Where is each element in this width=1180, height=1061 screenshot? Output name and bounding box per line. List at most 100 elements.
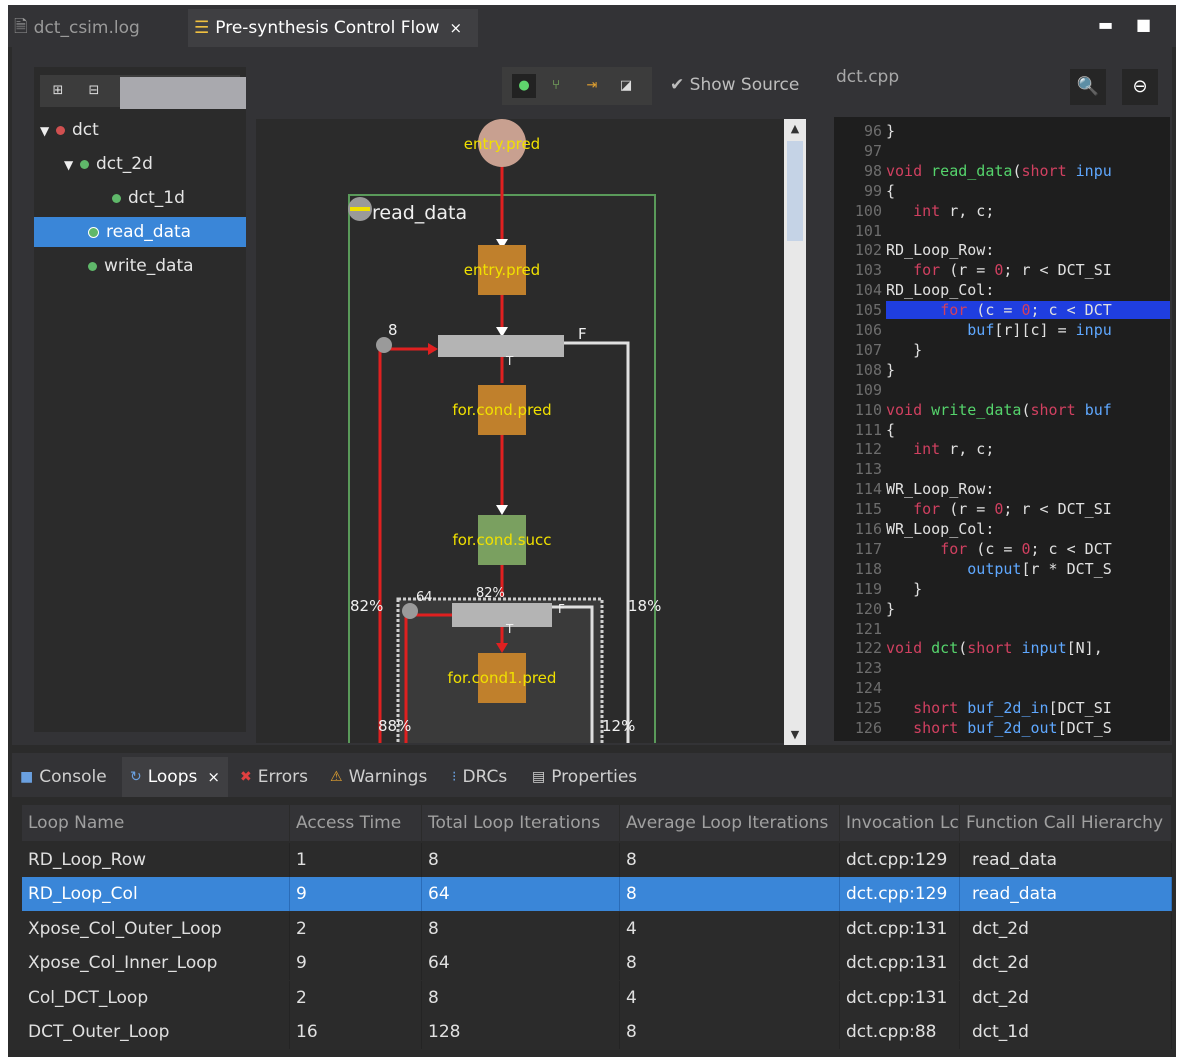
code-text: { (886, 181, 896, 200)
code-line: 123 (834, 658, 1170, 678)
tab-loops[interactable]: ↻ Loops × (122, 757, 228, 797)
tab-label: Console (39, 767, 107, 787)
tab-errors[interactable]: ✖ Errors (240, 757, 308, 797)
line-number: 100 (854, 201, 882, 220)
collapse-all-icon[interactable]: ⊟ (84, 81, 104, 101)
table-cell: 2 (290, 911, 422, 946)
close-icon[interactable]: × (450, 19, 463, 37)
function-outline: ⊞ ⊟ ▼ dct ▼ dct_2d dct_1d read_data write_… (34, 67, 246, 732)
table-row[interactable]: RD_Loop_Col 9 64 8 dct.cpp:129 read_data (22, 877, 1172, 912)
chevron-down-icon[interactable]: ▼ (64, 150, 80, 180)
tab-console[interactable]: ■ Console (20, 757, 107, 797)
code-line: 101 (834, 221, 1170, 241)
line-number: 114 (854, 480, 882, 499)
table-cell: 4 (620, 980, 840, 1015)
column-header[interactable]: Function Call Hierarchy (960, 805, 1172, 841)
table-row[interactable]: Col_DCT_Loop 2 8 4 dct.cpp:131 dct_2d (22, 980, 1172, 1015)
tree-icon[interactable]: ⑂ (546, 76, 566, 96)
tab-pre-synthesis-control-flow[interactable]: ☰ Pre-synthesis Control Flow × (188, 9, 478, 47)
loops-table: Loop Name Access Time Total Loop Iteration… (22, 805, 1172, 1057)
column-header[interactable]: Access Time (290, 805, 422, 841)
record-icon[interactable]: ● (512, 74, 536, 98)
column-header[interactable]: Average Loop Iterations (620, 805, 840, 841)
code-line: 121 (834, 619, 1170, 639)
table-row[interactable]: DCT_Outer_Loop 16 128 8 dct.cpp:88 dct_1d (22, 1015, 1172, 1049)
code-text: void dct(short input[N], (886, 639, 1103, 658)
loop-handle-icon[interactable] (402, 603, 418, 619)
tree-node-dct[interactable]: ▼ dct (40, 115, 99, 145)
loop-handle-icon[interactable] (376, 337, 392, 353)
code-line: 119 } (834, 579, 1170, 599)
tree-node-label: write_data (104, 256, 194, 276)
graph-toolbar: ● ⑂ ⇥ ◪ (502, 67, 652, 105)
zoom-out-icon[interactable]: ⊖ (1122, 69, 1158, 105)
expand-icon[interactable]: ◪ (616, 76, 636, 96)
outline-filter-input[interactable] (120, 77, 246, 109)
tab-warnings[interactable]: ⚠ Warnings (330, 757, 427, 797)
line-number: 119 (854, 579, 882, 598)
table-cell: RD_Loop_Row (22, 843, 290, 877)
ide-window: 🗎 dct_csim.log ☰ Pre-synthesis Control F… (8, 5, 1176, 1057)
code-text: } (886, 122, 896, 140)
chevron-down-icon[interactable]: ▼ (40, 116, 56, 146)
close-icon[interactable]: × (207, 768, 220, 786)
tab-drcs[interactable]: ⁝ DRCs (452, 757, 507, 797)
code-line: 96} (834, 121, 1170, 141)
table-cell: 9 (290, 946, 422, 981)
graph-scrollbar[interactable]: ▲ ▼ (784, 119, 806, 745)
outline-toolbar: ⊞ ⊟ (40, 75, 246, 109)
edge-label: F (558, 602, 565, 616)
branch-node[interactable] (452, 603, 552, 627)
expand-all-icon[interactable]: ⊞ (48, 81, 68, 101)
edge-label: T (505, 354, 514, 368)
column-header[interactable]: Total Loop Iterations (422, 805, 620, 841)
tree-node-read-data[interactable]: read_data (34, 217, 246, 247)
line-number: 96 (863, 122, 882, 140)
code-text: for (r = 0; r < DCT_SI (913, 261, 1112, 280)
table-row[interactable]: Xpose_Col_Outer_Loop 2 8 4 dct.cpp:131 dct_2d (22, 911, 1172, 946)
table-row[interactable]: RD_Loop_Row 1 8 8 dct.cpp:129 read_data (22, 843, 1172, 877)
table-cell: 8 (620, 877, 840, 912)
edge-label: 8 (388, 321, 398, 339)
arrows-icon[interactable]: ⇥ (582, 76, 602, 96)
line-number: 126 (854, 719, 882, 737)
errors-icon: ✖ (240, 769, 252, 785)
scroll-down-icon[interactable]: ▼ (784, 725, 806, 745)
line-number: 112 (854, 440, 882, 459)
code-line: 103 for (r = 0; r < DCT_SI (834, 260, 1170, 280)
branch-node[interactable] (438, 335, 564, 357)
column-header[interactable]: Loop Name (22, 805, 290, 841)
code-line: 125 short buf_2d_in[DCT_SI (834, 698, 1170, 718)
code-line: 98 void read_data(short inpu (834, 161, 1170, 181)
table-cell: 128 (422, 1015, 620, 1049)
tree-node-write-data[interactable]: write_data (88, 251, 194, 281)
tab-properties[interactable]: ▤ Properties (532, 757, 637, 797)
source-code-view[interactable]: 96} 97 98 void read_data(short inpu 99{100 i… (834, 117, 1170, 741)
show-source-toggle[interactable]: ✔ Show Source (670, 75, 799, 95)
code-text: } (886, 599, 896, 618)
table-cell: 4 (620, 911, 840, 946)
maximize-icon[interactable]: ■ (1136, 15, 1151, 34)
scrollbar-thumb[interactable] (787, 141, 803, 241)
column-header[interactable]: Invocation Lc (840, 805, 960, 841)
code-line: 97 (834, 141, 1170, 161)
tab-dct-csim-log[interactable]: 🗎 dct_csim.log (14, 9, 140, 47)
minimize-icon[interactable]: ▬ (1098, 15, 1113, 34)
table-cell: 8 (422, 980, 620, 1015)
line-number: 124 (854, 679, 882, 698)
code-line: 126 short buf_2d_out[DCT_S (834, 718, 1170, 738)
file-text-icon: 🗎 (14, 16, 28, 37)
warnings-icon: ⚠ (330, 769, 343, 785)
table-row[interactable]: Xpose_Col_Inner_Loop 9 64 8 dct.cpp:131 dct_2… (22, 946, 1172, 981)
code-line: 105 for (c = 0; c < DCT (834, 300, 1170, 320)
line-number: 102 (854, 241, 882, 260)
table-cell: dct_2d (960, 980, 1172, 1015)
line-number: 110 (854, 400, 882, 419)
line-number: 121 (854, 619, 882, 638)
zoom-in-icon[interactable]: 🔍 (1070, 69, 1106, 105)
tree-node-dct-1d[interactable]: dct_1d (112, 183, 185, 213)
scroll-up-icon[interactable]: ▲ (784, 119, 806, 139)
code-line: 112 int r, c; (834, 439, 1170, 459)
table-cell: dct.cpp:129 (840, 843, 960, 877)
tree-node-dct-2d[interactable]: ▼ dct_2d (64, 149, 153, 179)
